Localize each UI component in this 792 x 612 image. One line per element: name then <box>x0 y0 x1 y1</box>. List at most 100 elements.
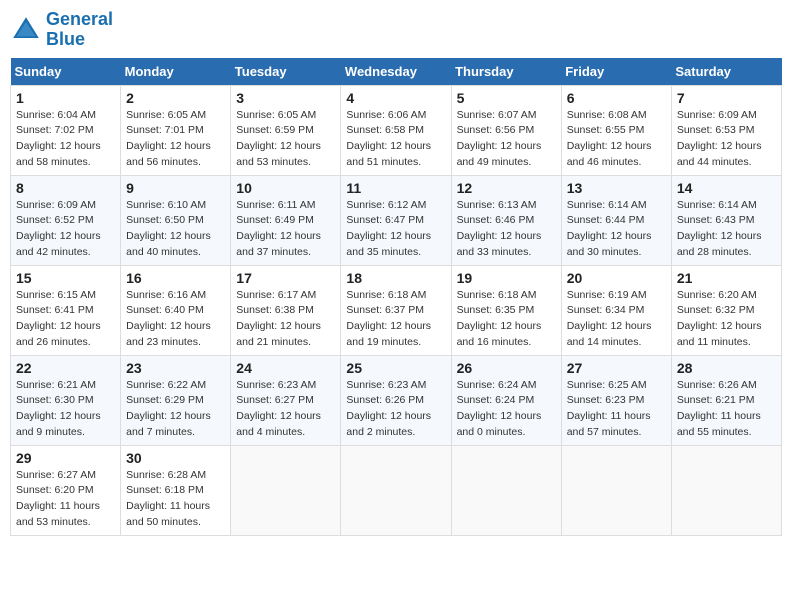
calendar-cell <box>451 445 561 535</box>
day-header-saturday: Saturday <box>671 58 781 86</box>
day-number: 20 <box>567 270 666 286</box>
calendar-cell: 22 Sunrise: 6:21 AMSunset: 6:30 PMDayligh… <box>11 355 121 445</box>
day-number: 15 <box>16 270 115 286</box>
calendar-cell: 12 Sunrise: 6:13 AMSunset: 6:46 PMDayligh… <box>451 175 561 265</box>
logo: General Blue <box>10 10 113 50</box>
day-number: 1 <box>16 90 115 106</box>
calendar-cell: 27 Sunrise: 6:25 AMSunset: 6:23 PMDayligh… <box>561 355 671 445</box>
day-number: 2 <box>126 90 225 106</box>
calendar-week-row: 15 Sunrise: 6:15 AMSunset: 6:41 PMDayligh… <box>11 265 782 355</box>
calendar-cell: 21 Sunrise: 6:20 AMSunset: 6:32 PMDayligh… <box>671 265 781 355</box>
day-number: 27 <box>567 360 666 376</box>
calendar-cell: 13 Sunrise: 6:14 AMSunset: 6:44 PMDayligh… <box>561 175 671 265</box>
page-header: General Blue <box>10 10 782 50</box>
header-row: SundayMondayTuesdayWednesdayThursdayFrid… <box>11 58 782 86</box>
day-number: 6 <box>567 90 666 106</box>
calendar-week-row: 1 Sunrise: 6:04 AMSunset: 7:02 PMDaylight… <box>11 85 782 175</box>
day-number: 22 <box>16 360 115 376</box>
day-detail: Sunrise: 6:06 AMSunset: 6:58 PMDaylight:… <box>346 108 445 171</box>
calendar-cell: 10 Sunrise: 6:11 AMSunset: 6:49 PMDayligh… <box>231 175 341 265</box>
day-detail: Sunrise: 6:17 AMSunset: 6:38 PMDaylight:… <box>236 288 335 351</box>
calendar-cell: 26 Sunrise: 6:24 AMSunset: 6:24 PMDayligh… <box>451 355 561 445</box>
day-detail: Sunrise: 6:14 AMSunset: 6:44 PMDaylight:… <box>567 198 666 261</box>
day-detail: Sunrise: 6:21 AMSunset: 6:30 PMDaylight:… <box>16 378 115 441</box>
day-header-thursday: Thursday <box>451 58 561 86</box>
day-detail: Sunrise: 6:18 AMSunset: 6:37 PMDaylight:… <box>346 288 445 351</box>
day-detail: Sunrise: 6:09 AMSunset: 6:52 PMDaylight:… <box>16 198 115 261</box>
day-number: 10 <box>236 180 335 196</box>
day-number: 30 <box>126 450 225 466</box>
day-number: 16 <box>126 270 225 286</box>
day-number: 26 <box>457 360 556 376</box>
day-detail: Sunrise: 6:23 AMSunset: 6:26 PMDaylight:… <box>346 378 445 441</box>
day-detail: Sunrise: 6:19 AMSunset: 6:34 PMDaylight:… <box>567 288 666 351</box>
calendar-cell: 7 Sunrise: 6:09 AMSunset: 6:53 PMDaylight… <box>671 85 781 175</box>
calendar-cell: 17 Sunrise: 6:17 AMSunset: 6:38 PMDayligh… <box>231 265 341 355</box>
logo-text: General Blue <box>46 10 113 50</box>
calendar-cell: 16 Sunrise: 6:16 AMSunset: 6:40 PMDayligh… <box>121 265 231 355</box>
calendar-cell: 2 Sunrise: 6:05 AMSunset: 7:01 PMDaylight… <box>121 85 231 175</box>
calendar-cell: 3 Sunrise: 6:05 AMSunset: 6:59 PMDaylight… <box>231 85 341 175</box>
day-detail: Sunrise: 6:25 AMSunset: 6:23 PMDaylight:… <box>567 378 666 441</box>
calendar-week-row: 29 Sunrise: 6:27 AMSunset: 6:20 PMDayligh… <box>11 445 782 535</box>
day-detail: Sunrise: 6:26 AMSunset: 6:21 PMDaylight:… <box>677 378 776 441</box>
day-number: 21 <box>677 270 776 286</box>
calendar-cell: 14 Sunrise: 6:14 AMSunset: 6:43 PMDayligh… <box>671 175 781 265</box>
day-detail: Sunrise: 6:12 AMSunset: 6:47 PMDaylight:… <box>346 198 445 261</box>
calendar-cell: 25 Sunrise: 6:23 AMSunset: 6:26 PMDayligh… <box>341 355 451 445</box>
calendar-cell: 29 Sunrise: 6:27 AMSunset: 6:20 PMDayligh… <box>11 445 121 535</box>
calendar-cell: 8 Sunrise: 6:09 AMSunset: 6:52 PMDaylight… <box>11 175 121 265</box>
calendar-cell: 24Sunrise: 6:23 AMSunset: 6:27 PMDayligh… <box>231 355 341 445</box>
day-detail: Sunrise: 6:27 AMSunset: 6:20 PMDaylight:… <box>16 468 115 531</box>
calendar-cell <box>561 445 671 535</box>
day-number: 19 <box>457 270 556 286</box>
day-header-wednesday: Wednesday <box>341 58 451 86</box>
day-number: 17 <box>236 270 335 286</box>
day-number: 29 <box>16 450 115 466</box>
day-number: 4 <box>346 90 445 106</box>
logo-icon <box>10 14 42 46</box>
day-detail: Sunrise: 6:23 AMSunset: 6:27 PMDaylight:… <box>236 378 335 441</box>
calendar-cell: 9Sunrise: 6:10 AMSunset: 6:50 PMDaylight… <box>121 175 231 265</box>
day-detail: Sunrise: 6:09 AMSunset: 6:53 PMDaylight:… <box>677 108 776 171</box>
calendar-cell <box>671 445 781 535</box>
day-detail: Sunrise: 6:10 AMSunset: 6:50 PMDaylight:… <box>126 198 225 261</box>
day-header-monday: Monday <box>121 58 231 86</box>
day-detail: Sunrise: 6:04 AMSunset: 7:02 PMDaylight:… <box>16 108 115 171</box>
calendar-cell: 5 Sunrise: 6:07 AMSunset: 6:56 PMDaylight… <box>451 85 561 175</box>
day-number: 11 <box>346 180 445 196</box>
day-number: 14 <box>677 180 776 196</box>
day-header-sunday: Sunday <box>11 58 121 86</box>
day-detail: Sunrise: 6:15 AMSunset: 6:41 PMDaylight:… <box>16 288 115 351</box>
day-number: 12 <box>457 180 556 196</box>
day-number: 3 <box>236 90 335 106</box>
day-number: 7 <box>677 90 776 106</box>
day-detail: Sunrise: 6:14 AMSunset: 6:43 PMDaylight:… <box>677 198 776 261</box>
calendar-cell: 23Sunrise: 6:22 AMSunset: 6:29 PMDayligh… <box>121 355 231 445</box>
day-number: 25 <box>346 360 445 376</box>
calendar-cell: 11 Sunrise: 6:12 AMSunset: 6:47 PMDayligh… <box>341 175 451 265</box>
calendar-cell: 15 Sunrise: 6:15 AMSunset: 6:41 PMDayligh… <box>11 265 121 355</box>
day-number: 5 <box>457 90 556 106</box>
day-detail: Sunrise: 6:05 AMSunset: 7:01 PMDaylight:… <box>126 108 225 171</box>
day-number: 8 <box>16 180 115 196</box>
day-detail: Sunrise: 6:11 AMSunset: 6:49 PMDaylight:… <box>236 198 335 261</box>
day-detail: Sunrise: 6:13 AMSunset: 6:46 PMDaylight:… <box>457 198 556 261</box>
calendar-cell: 18Sunrise: 6:18 AMSunset: 6:37 PMDayligh… <box>341 265 451 355</box>
calendar-cell: 4 Sunrise: 6:06 AMSunset: 6:58 PMDaylight… <box>341 85 451 175</box>
day-detail: Sunrise: 6:05 AMSunset: 6:59 PMDaylight:… <box>236 108 335 171</box>
calendar-week-row: 22 Sunrise: 6:21 AMSunset: 6:30 PMDayligh… <box>11 355 782 445</box>
day-header-tuesday: Tuesday <box>231 58 341 86</box>
day-header-friday: Friday <box>561 58 671 86</box>
calendar-cell: 30 Sunrise: 6:28 AMSunset: 6:18 PMDayligh… <box>121 445 231 535</box>
calendar-table: SundayMondayTuesdayWednesdayThursdayFrid… <box>10 58 782 536</box>
calendar-cell: 28Sunrise: 6:26 AMSunset: 6:21 PMDayligh… <box>671 355 781 445</box>
calendar-cell <box>231 445 341 535</box>
day-detail: Sunrise: 6:16 AMSunset: 6:40 PMDaylight:… <box>126 288 225 351</box>
day-detail: Sunrise: 6:28 AMSunset: 6:18 PMDaylight:… <box>126 468 225 531</box>
day-number: 13 <box>567 180 666 196</box>
day-detail: Sunrise: 6:24 AMSunset: 6:24 PMDaylight:… <box>457 378 556 441</box>
day-detail: Sunrise: 6:20 AMSunset: 6:32 PMDaylight:… <box>677 288 776 351</box>
calendar-cell: 6Sunrise: 6:08 AMSunset: 6:55 PMDaylight… <box>561 85 671 175</box>
day-detail: Sunrise: 6:07 AMSunset: 6:56 PMDaylight:… <box>457 108 556 171</box>
